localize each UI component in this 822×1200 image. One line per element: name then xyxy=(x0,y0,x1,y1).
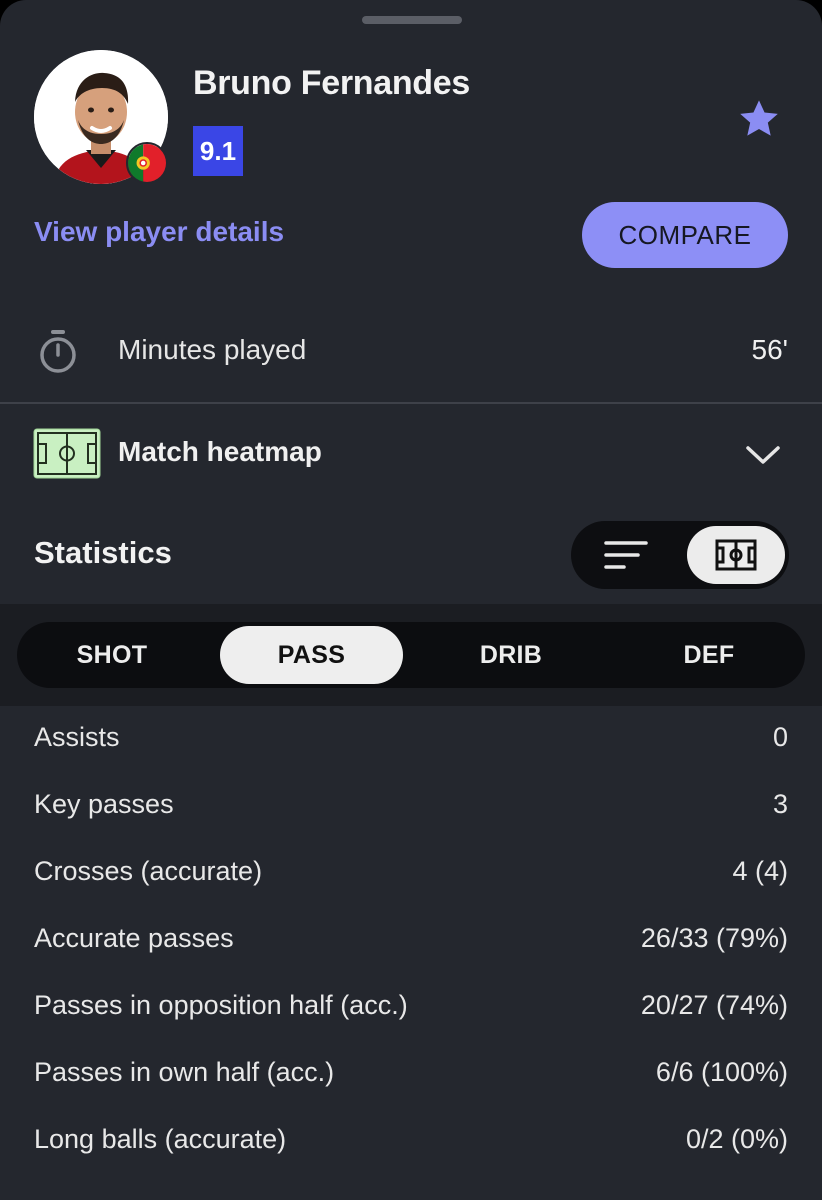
stat-value: 20/27 (74%) xyxy=(640,990,788,1020)
statistics-title: Statistics xyxy=(34,535,172,570)
match-heatmap-label[interactable]: Match heatmap xyxy=(118,436,322,468)
divider xyxy=(0,402,822,404)
stat-row: Assists 0 xyxy=(34,722,788,762)
statistics-view-toggle xyxy=(571,521,789,589)
stat-label: Passes in opposition half (acc.) xyxy=(34,990,408,1020)
drag-handle[interactable] xyxy=(362,16,462,24)
tab-drib[interactable]: DRIB xyxy=(413,626,609,684)
pitch-view-button[interactable] xyxy=(687,526,785,584)
stat-label: Long balls (accurate) xyxy=(34,1124,287,1154)
stat-row: Passes in own half (acc.) 6/6 (100%) xyxy=(34,1057,788,1097)
stat-row: Key passes 3 xyxy=(34,789,788,829)
stat-value: 3 xyxy=(772,789,788,819)
tab-def[interactable]: DEF xyxy=(613,626,805,684)
list-view-button[interactable] xyxy=(571,521,681,589)
chevron-down-icon[interactable] xyxy=(744,440,782,470)
player-name: Bruno Fernandes xyxy=(193,64,470,102)
minutes-played-value: 56' xyxy=(751,334,789,365)
stat-value: 0 xyxy=(772,722,788,752)
stat-value: 4 (4) xyxy=(732,856,788,886)
stat-row: Accurate passes 26/33 (79%) xyxy=(34,923,788,963)
stat-value: 6/6 (100%) xyxy=(655,1057,788,1087)
view-player-details-link[interactable]: View player details xyxy=(34,216,284,248)
statistics-tabs: SHOT PASS DRIB DEF xyxy=(17,622,805,688)
stat-value: 0/2 (0%) xyxy=(685,1124,788,1154)
stat-label: Passes in own half (acc.) xyxy=(34,1057,335,1087)
list-view-icon xyxy=(604,541,648,569)
stat-label: Assists xyxy=(34,722,120,752)
pitch-icon xyxy=(33,428,101,479)
stat-label: Crosses (accurate) xyxy=(34,856,263,886)
star-icon[interactable] xyxy=(736,96,782,142)
stat-row: Passes in opposition half (acc.) 20/27 (… xyxy=(34,990,788,1030)
portugal-flag-icon xyxy=(126,142,168,184)
stat-row: Long balls (accurate) 0/2 (0%) xyxy=(34,1124,788,1164)
tab-pass[interactable]: PASS xyxy=(220,626,403,684)
stat-value: 26/33 (79%) xyxy=(640,923,788,953)
stat-label: Key passes xyxy=(34,789,174,819)
stopwatch-icon xyxy=(36,329,80,375)
player-bottom-sheet: Bruno Fernandes 9.1 View player details … xyxy=(0,0,822,1200)
stat-label: Accurate passes xyxy=(34,923,234,953)
player-rating-badge: 9.1 xyxy=(193,126,243,176)
pitch-view-icon xyxy=(715,539,757,571)
stat-row: Crosses (accurate) 4 (4) xyxy=(34,856,788,896)
tab-shot[interactable]: SHOT xyxy=(17,626,207,684)
compare-button[interactable]: COMPARE xyxy=(582,202,788,268)
minutes-played-label: Minutes played xyxy=(118,334,307,365)
